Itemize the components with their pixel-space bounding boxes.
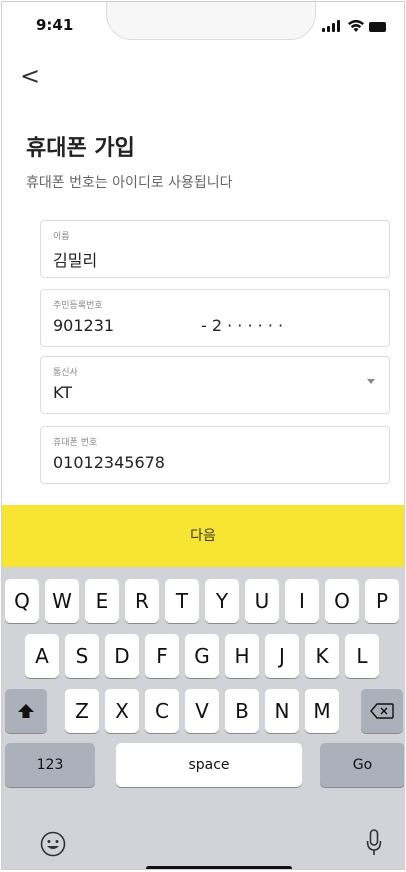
key-j[interactable]: J xyxy=(265,634,299,678)
key-r[interactable]: R xyxy=(125,579,159,623)
chevron-left-icon: < xyxy=(20,62,41,90)
home-indicator[interactable] xyxy=(146,866,292,869)
shift-key[interactable] xyxy=(5,689,47,733)
carrier-value: KT xyxy=(53,383,73,402)
key-o[interactable]: O xyxy=(325,579,359,623)
key-l[interactable]: L xyxy=(345,634,379,678)
name-label: 이름 xyxy=(53,232,70,242)
key-y[interactable]: Y xyxy=(205,579,239,623)
status-icons xyxy=(322,18,386,32)
phone-screen: 9:41 < 휴대폰 가입 휴대폰 번호는 아이디로 사용됩니다 이름 김밀리 … xyxy=(1,1,405,870)
key-c[interactable]: C xyxy=(145,689,179,733)
key-k[interactable]: K xyxy=(305,634,339,678)
next-button[interactable]: 다음 xyxy=(2,505,404,567)
rrn-back-value: - 2 · · · · · · xyxy=(201,316,284,335)
shift-icon xyxy=(18,704,34,718)
status-time: 9:41 xyxy=(36,16,74,34)
battery-icon xyxy=(369,22,386,32)
backspace-icon xyxy=(370,703,394,719)
back-button[interactable]: < xyxy=(20,64,40,88)
key-x[interactable]: X xyxy=(105,689,139,733)
key-f[interactable]: F xyxy=(145,634,179,678)
rrn-front-value: 901231 xyxy=(53,316,115,335)
carrier-select[interactable]: 통신사 KT xyxy=(40,356,390,414)
key-s[interactable]: S xyxy=(65,634,99,678)
key-q[interactable]: Q xyxy=(5,579,39,623)
rrn-field[interactable]: 주민등록번호 901231 - 2 · · · · · · xyxy=(40,289,390,347)
key-w[interactable]: W xyxy=(45,579,79,623)
phone-value: 01012345678 xyxy=(53,453,165,472)
page-subtitle: 휴대폰 번호는 아이디로 사용됩니다 xyxy=(26,175,233,191)
key-g[interactable]: G xyxy=(185,634,219,678)
phone-field[interactable]: 휴대폰 번호 01012345678 xyxy=(40,426,390,484)
key-v[interactable]: V xyxy=(185,689,219,733)
rrn-label: 주민등록번호 xyxy=(53,301,103,311)
carrier-label: 통신사 xyxy=(53,368,78,378)
page-title: 휴대폰 가입 xyxy=(26,136,135,161)
key-z[interactable]: Z xyxy=(65,689,99,733)
status-bar: 9:41 xyxy=(2,2,404,46)
caret-down-icon xyxy=(367,379,375,384)
key-i[interactable]: I xyxy=(285,579,319,623)
notch xyxy=(106,2,316,40)
key-t[interactable]: T xyxy=(165,579,199,623)
key-d[interactable]: D xyxy=(105,634,139,678)
key-m[interactable]: M xyxy=(305,689,339,733)
name-field[interactable]: 이름 김밀리 xyxy=(40,220,390,278)
key-n[interactable]: N xyxy=(265,689,299,733)
space-key[interactable]: space xyxy=(116,743,302,787)
delete-key[interactable] xyxy=(361,689,403,733)
name-value: 김밀리 xyxy=(53,251,98,270)
key-u[interactable]: U xyxy=(245,579,279,623)
key-b[interactable]: B xyxy=(225,689,259,733)
keyboard: Q W E R T Y U I O P A S D F G H J K L Z … xyxy=(2,567,404,869)
emoji-icon[interactable] xyxy=(40,831,66,857)
phone-label: 휴대폰 번호 xyxy=(53,438,98,448)
microphone-icon[interactable] xyxy=(366,828,382,858)
key-h[interactable]: H xyxy=(225,634,259,678)
key-p[interactable]: P xyxy=(365,579,399,623)
signal-icon xyxy=(322,20,342,32)
go-key[interactable]: Go xyxy=(320,743,404,787)
key-a[interactable]: A xyxy=(25,634,59,678)
key-e[interactable]: E xyxy=(85,579,119,623)
wifi-icon xyxy=(348,19,364,32)
numbers-key[interactable]: 123 xyxy=(5,743,95,787)
